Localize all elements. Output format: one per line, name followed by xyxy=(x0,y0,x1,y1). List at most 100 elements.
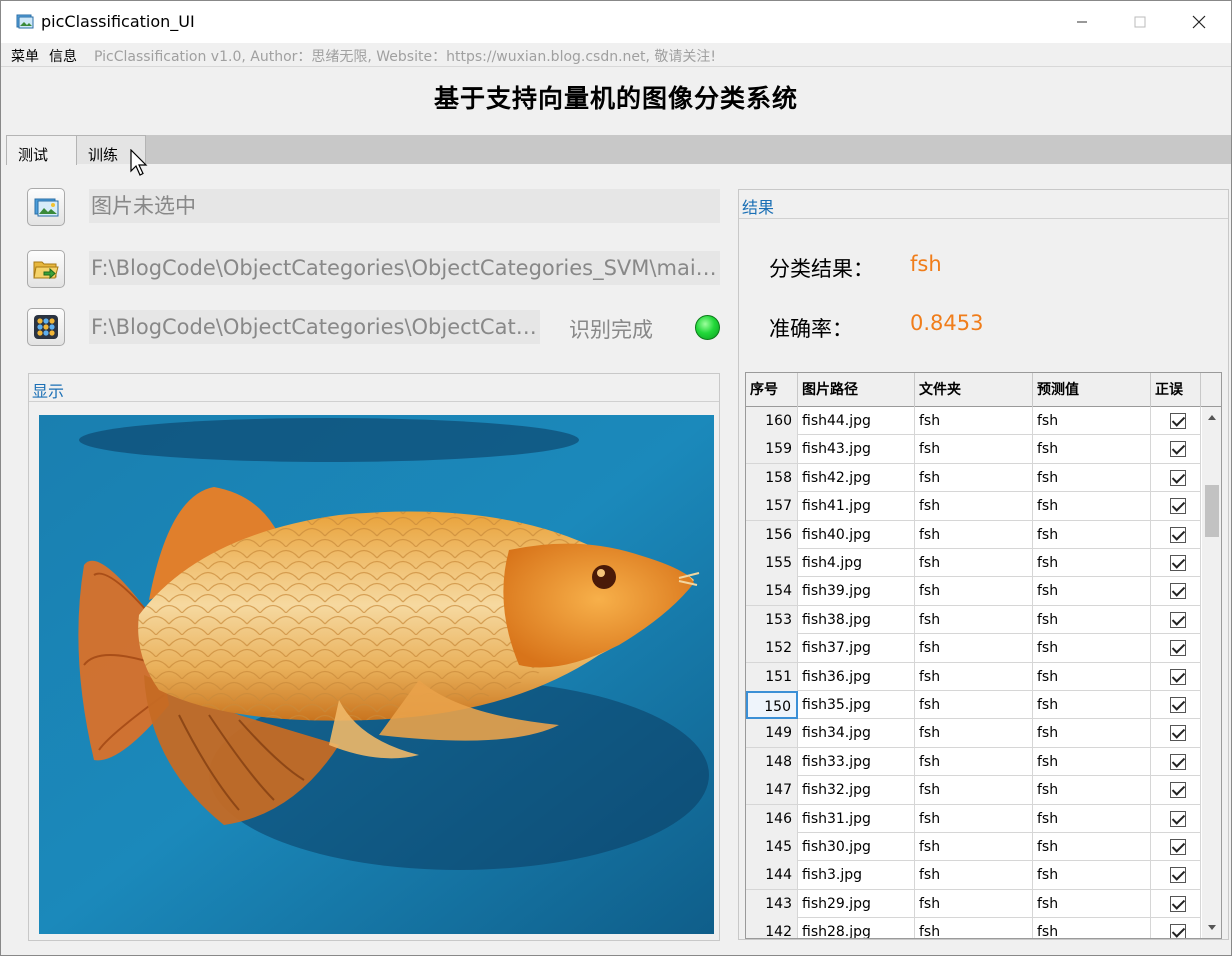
table-row[interactable]: 153 fish38.jpg fsh fsh xyxy=(746,605,1201,635)
cell-correct[interactable] xyxy=(1151,889,1201,918)
cell-prediction[interactable]: fsh xyxy=(1033,577,1151,606)
correct-checkbox[interactable] xyxy=(1169,725,1186,742)
cell-path[interactable]: fish44.jpg xyxy=(798,407,915,435)
title-bar[interactable]: picClassification_UI xyxy=(1,1,1231,43)
cell-path[interactable]: fish29.jpg xyxy=(798,889,915,918)
cell-folder[interactable]: fsh xyxy=(915,605,1033,634)
scrollbar-thumb[interactable] xyxy=(1205,485,1219,537)
menu-item-menu[interactable]: 菜单 xyxy=(11,46,39,66)
cell-folder[interactable]: fsh xyxy=(915,407,1033,435)
cell-path[interactable]: fish41.jpg xyxy=(798,492,915,521)
cell-path[interactable]: fish42.jpg xyxy=(798,463,915,492)
cell-index[interactable]: 156 xyxy=(746,520,798,549)
table-row[interactable]: 155 fish4.jpg fsh fsh xyxy=(746,549,1201,578)
cell-index[interactable]: 154 xyxy=(746,577,798,606)
correct-checkbox[interactable] xyxy=(1169,924,1186,938)
cell-correct[interactable] xyxy=(1151,833,1201,861)
cell-folder[interactable]: fsh xyxy=(915,634,1033,663)
menu-item-info[interactable]: 信息 xyxy=(49,46,77,66)
table-scrollbar[interactable] xyxy=(1202,407,1221,938)
table-row[interactable]: 159 fish43.jpg fsh fsh xyxy=(746,435,1201,464)
cell-path[interactable]: fish38.jpg xyxy=(798,605,915,634)
cell-prediction[interactable]: fsh xyxy=(1033,747,1151,776)
cell-prediction[interactable]: fsh xyxy=(1033,719,1151,748)
select-model-button[interactable] xyxy=(27,308,65,346)
cell-folder[interactable]: fsh xyxy=(915,435,1033,464)
correct-checkbox[interactable] xyxy=(1169,867,1186,884)
correct-checkbox[interactable] xyxy=(1169,526,1186,543)
cell-prediction[interactable]: fsh xyxy=(1033,833,1151,861)
cell-prediction[interactable]: fsh xyxy=(1033,549,1151,577)
column-header-correct[interactable]: 正误 xyxy=(1151,373,1201,407)
table-row[interactable]: 145 fish30.jpg fsh fsh xyxy=(746,833,1201,862)
correct-checkbox[interactable] xyxy=(1169,498,1186,515)
cell-folder[interactable]: fsh xyxy=(915,776,1033,805)
select-folder-button[interactable] xyxy=(27,250,65,288)
column-header-index[interactable]: 序号 xyxy=(746,373,798,407)
column-header-folder[interactable]: 文件夹 xyxy=(915,373,1033,407)
cell-folder[interactable]: fsh xyxy=(915,889,1033,918)
correct-checkbox[interactable] xyxy=(1169,810,1186,827)
cell-prediction[interactable]: fsh xyxy=(1033,804,1151,833)
image-path-field[interactable]: 图片未选中 xyxy=(89,189,720,223)
cell-correct[interactable] xyxy=(1151,407,1201,435)
cell-prediction[interactable]: fsh xyxy=(1033,407,1151,435)
close-button[interactable] xyxy=(1176,5,1222,39)
maximize-button[interactable] xyxy=(1117,5,1163,39)
cell-index[interactable]: 144 xyxy=(746,861,798,890)
cell-correct[interactable] xyxy=(1151,776,1201,805)
cell-index[interactable]: 152 xyxy=(746,634,798,663)
cell-prediction[interactable]: fsh xyxy=(1033,918,1151,938)
cell-prediction[interactable]: fsh xyxy=(1033,889,1151,918)
cell-index[interactable]: 142 xyxy=(746,918,798,938)
table-row[interactable]: 157 fish41.jpg fsh fsh xyxy=(746,492,1201,521)
table-row[interactable]: 148 fish33.jpg fsh fsh xyxy=(746,747,1201,777)
cell-folder[interactable]: fsh xyxy=(915,492,1033,521)
cell-correct[interactable] xyxy=(1151,492,1201,521)
cell-path[interactable]: fish40.jpg xyxy=(798,520,915,549)
correct-checkbox[interactable] xyxy=(1169,555,1186,571)
cell-path[interactable]: fish37.jpg xyxy=(798,634,915,663)
column-header-prediction[interactable]: 预测值 xyxy=(1033,373,1151,407)
cell-correct[interactable] xyxy=(1151,691,1201,719)
cell-index[interactable]: 160 xyxy=(746,407,798,435)
correct-checkbox[interactable] xyxy=(1169,753,1186,770)
cell-correct[interactable] xyxy=(1151,435,1201,464)
cell-path[interactable]: fish34.jpg xyxy=(798,719,915,748)
table-row[interactable]: 142 fish28.jpg fsh fsh xyxy=(746,918,1201,938)
table-row[interactable]: 143 fish29.jpg fsh fsh xyxy=(746,889,1201,919)
cell-correct[interactable] xyxy=(1151,520,1201,549)
correct-checkbox[interactable] xyxy=(1169,611,1186,628)
cell-folder[interactable]: fsh xyxy=(915,804,1033,833)
correct-checkbox[interactable] xyxy=(1169,668,1186,685)
cell-index[interactable]: 157 xyxy=(746,492,798,521)
cell-correct[interactable] xyxy=(1151,549,1201,577)
cell-correct[interactable] xyxy=(1151,719,1201,748)
cell-index[interactable]: 151 xyxy=(746,662,798,691)
correct-checkbox[interactable] xyxy=(1169,839,1186,855)
column-header-path[interactable]: 图片路径 xyxy=(798,373,915,407)
cell-prediction[interactable]: fsh xyxy=(1033,463,1151,492)
cell-index[interactable]: 148 xyxy=(746,747,798,776)
cell-prediction[interactable]: fsh xyxy=(1033,435,1151,464)
cell-folder[interactable]: fsh xyxy=(915,747,1033,776)
cell-path[interactable]: fish43.jpg xyxy=(798,435,915,464)
correct-checkbox[interactable] xyxy=(1169,782,1186,799)
cell-path[interactable]: fish3.jpg xyxy=(798,861,915,890)
table-row[interactable]: 147 fish32.jpg fsh fsh xyxy=(746,776,1201,805)
cell-path[interactable]: fish39.jpg xyxy=(798,577,915,606)
cell-folder[interactable]: fsh xyxy=(915,549,1033,577)
cell-folder[interactable]: fsh xyxy=(915,918,1033,938)
correct-checkbox[interactable] xyxy=(1169,697,1186,713)
table-row[interactable]: 160 fish44.jpg fsh fsh xyxy=(746,407,1201,436)
cell-prediction[interactable]: fsh xyxy=(1033,520,1151,549)
cell-folder[interactable]: fsh xyxy=(915,691,1033,719)
cell-prediction[interactable]: fsh xyxy=(1033,662,1151,691)
correct-checkbox[interactable] xyxy=(1169,640,1186,657)
cell-prediction[interactable]: fsh xyxy=(1033,605,1151,634)
cell-folder[interactable]: fsh xyxy=(915,463,1033,492)
correct-checkbox[interactable] xyxy=(1169,469,1186,486)
cell-index[interactable]: 155 xyxy=(746,549,798,577)
tab-test[interactable]: 测试 xyxy=(6,135,77,165)
table-row[interactable]: 154 fish39.jpg fsh fsh xyxy=(746,577,1201,606)
